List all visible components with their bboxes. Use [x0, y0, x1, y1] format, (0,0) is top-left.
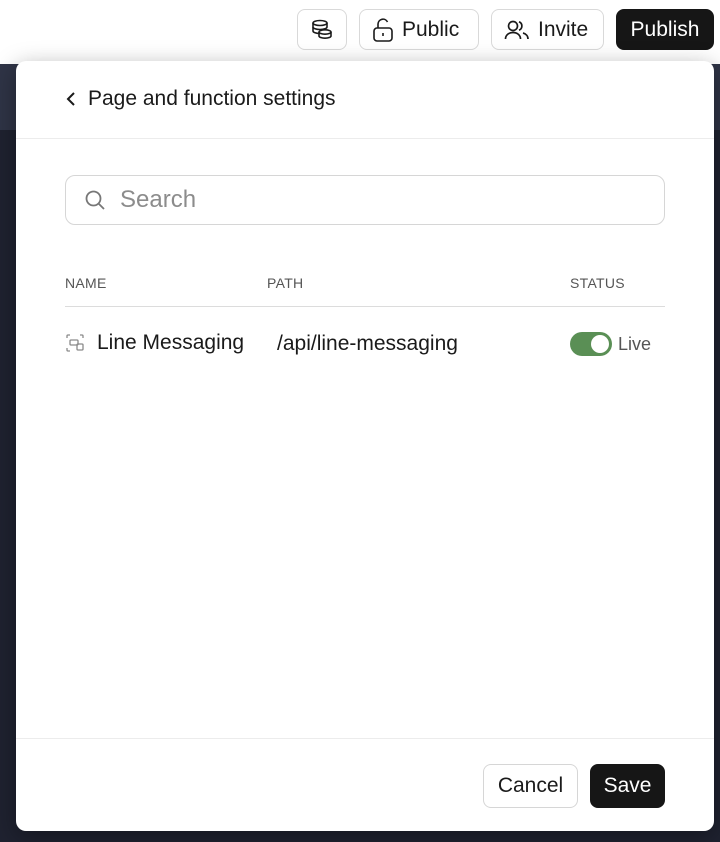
search-icon — [85, 190, 105, 210]
cancel-button[interactable]: Cancel — [483, 764, 578, 808]
status-label: Live — [618, 333, 652, 354]
table-header: NAME PATH STATUS — [65, 266, 665, 307]
status-toggle[interactable] — [570, 332, 612, 356]
invite-button[interactable]: Invite — [491, 9, 604, 50]
modal-header: Page and function settings — [16, 61, 714, 139]
public-label: Public — [402, 17, 460, 41]
row-name-cell: Line Messaging — [65, 331, 244, 355]
public-button[interactable]: Public — [359, 9, 479, 50]
unlock-icon — [373, 17, 393, 42]
table-row[interactable]: Line Messaging /api/line-messaging Live — [65, 323, 665, 367]
database-icon — [312, 19, 332, 39]
users-icon — [504, 20, 529, 39]
row-path: /api/line-messaging — [277, 332, 458, 355]
settings-modal: Page and function settings NAME PATH STA… — [16, 61, 714, 831]
publish-button[interactable]: Publish — [616, 9, 714, 50]
row-status-cell: Live — [570, 332, 651, 356]
column-header-path: PATH — [267, 275, 304, 291]
database-button[interactable] — [297, 9, 347, 50]
top-bar: Public Invite Publish — [0, 0, 720, 64]
function-icon — [66, 334, 84, 352]
back-button[interactable]: Page and function settings — [64, 87, 336, 111]
column-header-name: NAME — [65, 275, 107, 291]
search-input[interactable] — [118, 185, 622, 215]
publish-label: Publish — [630, 17, 700, 41]
save-button[interactable]: Save — [590, 764, 665, 808]
chevron-left-icon — [66, 92, 75, 106]
invite-label: Invite — [538, 17, 589, 41]
column-header-status: STATUS — [570, 275, 625, 291]
modal-footer: Cancel Save — [16, 738, 714, 832]
row-name: Line Messaging — [97, 331, 245, 354]
modal-title: Page and function settings — [88, 87, 336, 110]
search-box[interactable] — [65, 175, 665, 225]
